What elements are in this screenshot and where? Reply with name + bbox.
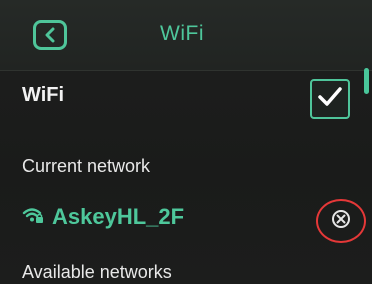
- current-network-label: Current network: [22, 156, 151, 176]
- current-network-item[interactable]: AskeyHL_2F: [22, 204, 184, 230]
- wifi-toggle-label: WiFi: [22, 84, 65, 106]
- wifi-settings-screen: WiFi WiFi Current network AskeyHL_2F Ava…: [0, 0, 372, 284]
- current-network-name: AskeyHL_2F: [52, 204, 185, 229]
- circle-x-icon: [331, 209, 351, 234]
- disconnect-button[interactable]: [316, 199, 366, 243]
- chevron-left-icon: [43, 27, 57, 43]
- wifi-toggle-checkbox[interactable]: [310, 79, 350, 119]
- available-networks-label: Available networks: [22, 262, 172, 282]
- back-button[interactable]: [33, 20, 67, 50]
- page-title: WiFi: [160, 22, 204, 45]
- wifi-lock-icon: [22, 205, 44, 230]
- scrollbar[interactable]: [364, 68, 369, 94]
- header-bar: WiFi: [0, 0, 372, 71]
- checkmark-icon: [317, 86, 343, 113]
